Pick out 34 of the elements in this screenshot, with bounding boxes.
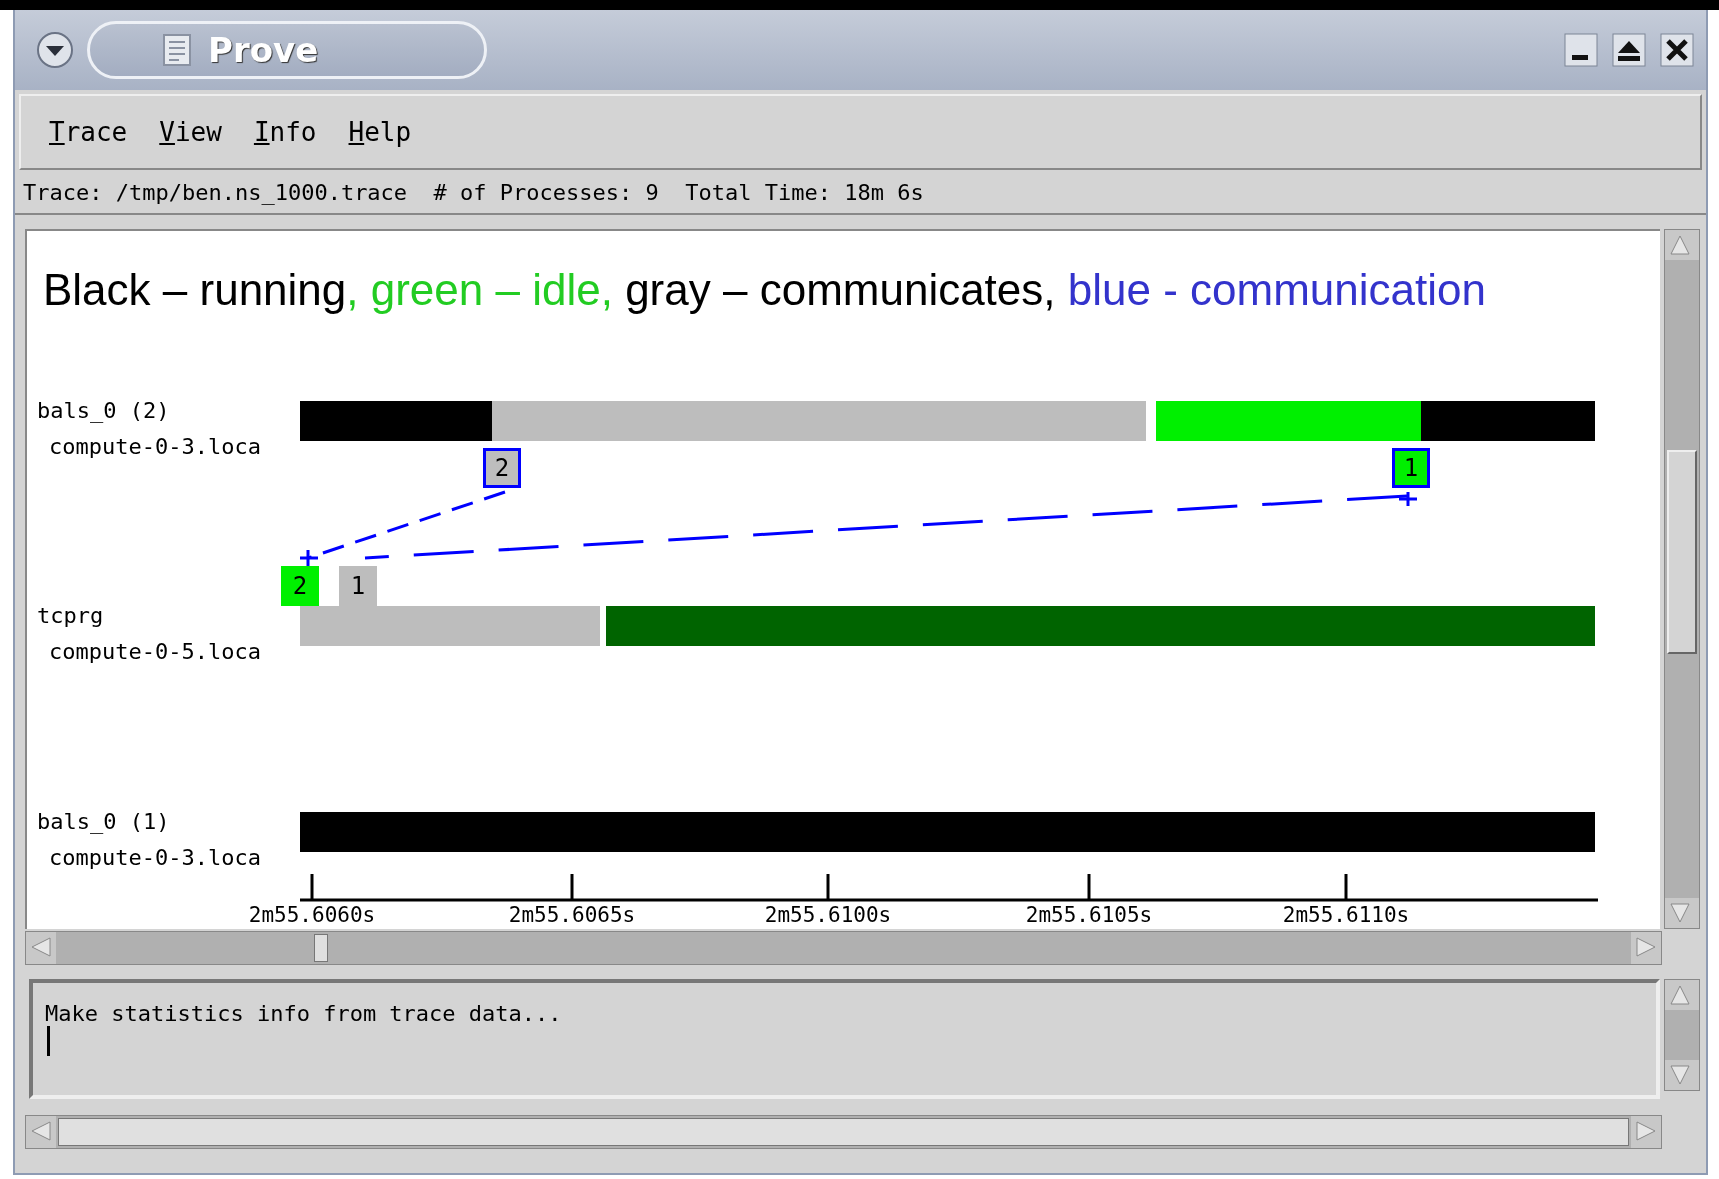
menu-item[interactable]: Trace bbox=[41, 113, 136, 151]
vertical-scrollbar[interactable] bbox=[1664, 979, 1700, 1091]
window-title: Prove bbox=[208, 30, 319, 70]
host-name: compute-0-3.loca bbox=[49, 434, 261, 459]
log-message: Make statistics info from trace data... bbox=[45, 1001, 563, 1026]
process-name: bals_0 (2) bbox=[37, 398, 170, 423]
tick-label: 2m55.6110s bbox=[1281, 903, 1411, 927]
tick-label: 2m55.6105s bbox=[1024, 903, 1154, 927]
message-marker[interactable]: 1 bbox=[339, 566, 377, 606]
process-name: bals_0 (1) bbox=[37, 809, 170, 834]
minimize-icon[interactable] bbox=[1564, 33, 1598, 67]
host-name: compute-0-3.loca bbox=[49, 845, 261, 870]
message-marker[interactable]: 2 bbox=[281, 566, 319, 606]
maximize-icon[interactable] bbox=[1612, 33, 1646, 67]
close-icon[interactable] bbox=[1660, 33, 1694, 67]
horizontal-scrollbar[interactable] bbox=[25, 1115, 1662, 1149]
menu-item[interactable]: Info bbox=[245, 113, 325, 151]
scroll-thumb[interactable] bbox=[58, 1118, 1629, 1146]
tick-label: 2m55.6065s bbox=[507, 903, 637, 927]
horizontal-scrollbar[interactable] bbox=[25, 931, 1662, 965]
message-marker[interactable]: 1 bbox=[1392, 448, 1430, 488]
scroll-thumb[interactable] bbox=[314, 934, 328, 962]
text-cursor bbox=[47, 1026, 50, 1056]
tick-label: 2m55.6060s bbox=[247, 903, 377, 927]
trace-info-text: Trace: /tmp/ben.ns_1000.trace # of Processes: 9 Total Time: 18m 6s bbox=[15, 170, 1706, 215]
window-menu-icon[interactable] bbox=[35, 30, 75, 70]
menu-item[interactable]: View bbox=[151, 113, 230, 151]
message-marker[interactable]: 2 bbox=[483, 448, 521, 488]
menu-item[interactable]: Help bbox=[340, 113, 420, 151]
tick-label: 2m55.6100s bbox=[763, 903, 893, 927]
legend-text: Black – running, green – idle, gray – communicates, blue - communication bbox=[42, 264, 1487, 315]
vertical-scrollbar[interactable] bbox=[1664, 229, 1700, 929]
host-name: compute-0-5.loca bbox=[49, 639, 261, 664]
process-name: tcprg bbox=[37, 603, 104, 628]
